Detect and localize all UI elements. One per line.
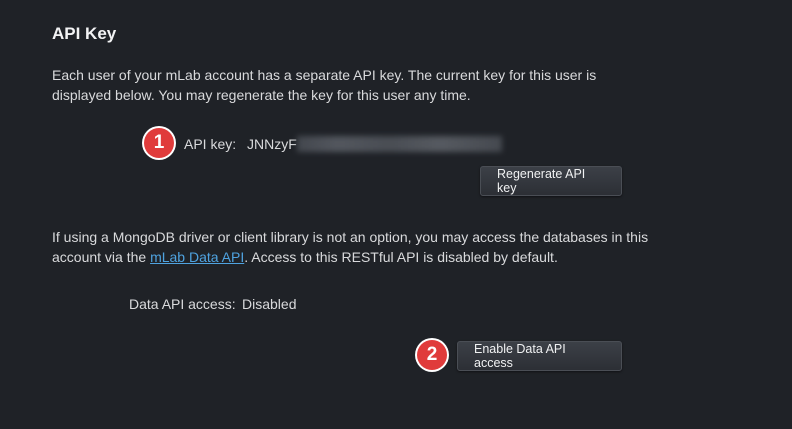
api-key-visible-part: JNNzyF: [247, 136, 297, 152]
enable-data-api-access-button[interactable]: Enable Data API access: [457, 341, 622, 371]
section-title: API Key: [52, 24, 117, 43]
api-key-description: Each user of your mLab account has a sep…: [52, 67, 597, 103]
mlab-data-api-link[interactable]: mLab Data API: [150, 249, 244, 265]
step-marker-1: 1: [144, 128, 174, 158]
regenerate-api-key-button[interactable]: Regenerate API key: [480, 166, 622, 196]
api-key-label: API key:: [184, 136, 237, 152]
step-marker-2: 2: [417, 340, 447, 370]
data-api-text-after: . Access to this RESTful API is disabled…: [244, 249, 558, 265]
data-api-access-status: Disabled: [242, 296, 297, 312]
data-api-description: If using a MongoDB driver or client libr…: [52, 227, 652, 267]
api-key-value: JNNzyF: [247, 136, 502, 152]
api-key-obscured-part: [296, 136, 502, 152]
data-api-access-label: Data API access:: [129, 296, 236, 312]
